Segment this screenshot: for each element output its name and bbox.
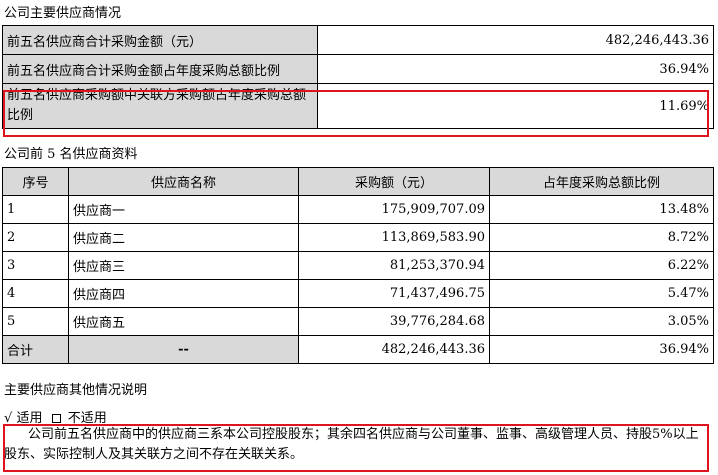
cell-total-amount: 482,246,443.36 — [298, 335, 490, 364]
cell-total-label: 合计 — [2, 335, 69, 364]
section-title-top5: 公司前 5 名供应商资料 — [4, 147, 138, 162]
cell-amount: 113,869,583.90 — [298, 223, 490, 252]
related-party-statement: 公司前五名供应商中的供应商三系本公司控股股东；其余四名供应商与公司董事、监事、高… — [4, 427, 699, 462]
col-header-name: 供应商名称 — [68, 167, 299, 196]
cell-total-ratio: 36.94% — [489, 335, 714, 364]
cell-ratio: 5.47% — [489, 279, 714, 308]
section-title-main-suppliers: 公司主要供应商情况 — [4, 6, 122, 21]
cell-total-name: -- — [68, 335, 299, 364]
cell-name: 供应商三 — [68, 251, 299, 280]
summary-row: 前五名供应商合计采购金额占年度采购总额比例 36.94% — [2, 54, 714, 84]
summary-row: 前五名供应商采购额中关联方采购额占年度采购总额比例 11.69% — [2, 83, 714, 129]
top5-suppliers-table: 序号 供应商名称 采购额（元） 占年度采购总额比例 1 供应商一 175,909… — [2, 167, 714, 364]
not-applicable-label: 不适用 — [67, 411, 107, 426]
summary-value: 36.94% — [317, 54, 714, 84]
table-row: 3 供应商三 81,253,370.94 6.22% — [2, 251, 714, 280]
cell-amount: 81,253,370.94 — [298, 251, 490, 280]
cell-ratio: 8.72% — [489, 223, 714, 252]
summary-label: 前五名供应商合计采购金额占年度采购总额比例 — [2, 54, 318, 84]
cell-index: 4 — [2, 279, 69, 308]
cell-name: 供应商二 — [68, 223, 299, 252]
cell-index: 1 — [2, 195, 69, 224]
summary-row: 前五名供应商合计采购金额（元） 482,246,443.36 — [2, 25, 714, 55]
applicable-selector: √ 适用 不适用 — [4, 407, 107, 426]
applicable-label: 适用 — [16, 411, 43, 426]
empty-checkbox-icon — [51, 413, 61, 423]
cell-index: 5 — [2, 307, 69, 336]
summary-value: 11.69% — [317, 83, 714, 129]
cell-ratio: 6.22% — [489, 251, 714, 280]
cell-name: 供应商五 — [68, 307, 299, 336]
summary-label: 前五名供应商采购额中关联方采购额占年度采购总额比例 — [2, 83, 318, 129]
cell-index: 2 — [2, 223, 69, 252]
cell-amount: 175,909,707.09 — [298, 195, 490, 224]
col-header-index: 序号 — [2, 167, 69, 196]
cell-ratio: 13.48% — [489, 195, 714, 224]
check-mark-icon: √ — [4, 411, 13, 426]
col-header-ratio: 占年度采购总额比例 — [489, 167, 714, 196]
table-total-row: 合计 -- 482,246,443.36 36.94% — [2, 335, 714, 364]
cell-name: 供应商一 — [68, 195, 299, 224]
table-row: 4 供应商四 71,437,496.75 5.47% — [2, 279, 714, 308]
section-title-other-notes: 主要供应商其他情况说明 — [4, 383, 148, 398]
supplier-summary-table: 前五名供应商合计采购金额（元） 482,246,443.36 前五名供应商合计采… — [2, 25, 714, 129]
summary-label: 前五名供应商合计采购金额（元） — [2, 25, 318, 55]
summary-value: 482,246,443.36 — [317, 25, 714, 55]
table-header-row: 序号 供应商名称 采购额（元） 占年度采购总额比例 — [2, 167, 714, 196]
cell-amount: 39,776,284.68 — [298, 307, 490, 336]
table-row: 5 供应商五 39,776,284.68 3.05% — [2, 307, 714, 336]
table-row: 1 供应商一 175,909,707.09 13.48% — [2, 195, 714, 224]
cell-amount: 71,437,496.75 — [298, 279, 490, 308]
cell-ratio: 3.05% — [489, 307, 714, 336]
col-header-amount: 采购额（元） — [298, 167, 490, 196]
cell-index: 3 — [2, 251, 69, 280]
table-row: 2 供应商二 113,869,583.90 8.72% — [2, 223, 714, 252]
cell-name: 供应商四 — [68, 279, 299, 308]
